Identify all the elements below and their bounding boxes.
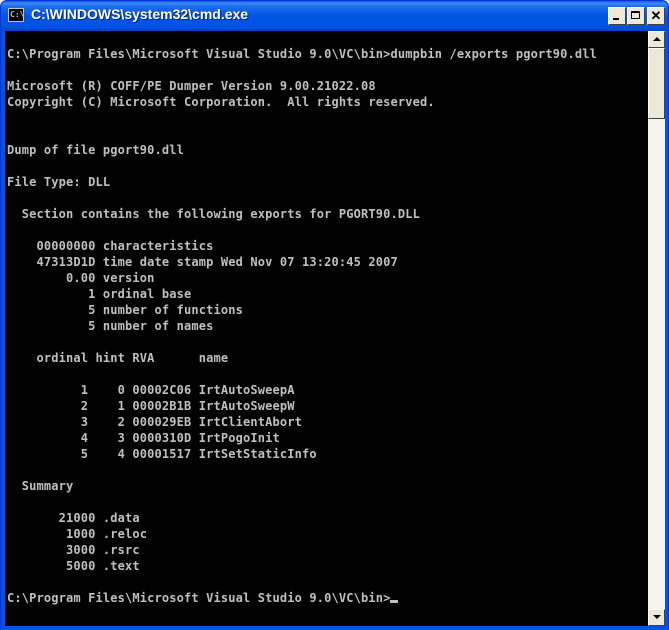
cmd-icon[interactable]: C:\ (8, 8, 24, 22)
window-bottom-border (1, 626, 668, 630)
console-line: 5000 .text (7, 559, 140, 573)
scroll-down-arrow-icon (653, 615, 661, 619)
command-prompt: C:\Program Files\Microsoft Visual Studio… (7, 591, 391, 605)
close-button[interactable]: ✕ (647, 7, 665, 25)
console-line: Section contains the following exports f… (7, 207, 420, 221)
scrollbar-thumb[interactable] (648, 48, 665, 119)
title-bar[interactable]: C:\ C:\WINDOWS\system32\cmd.exe ✕ (1, 1, 668, 31)
console-line: Dump of file pgort90.dll (7, 143, 184, 157)
cmd-window: C:\ C:\WINDOWS\system32\cmd.exe ✕ C:\Pro… (0, 0, 669, 630)
minimize-icon (613, 18, 619, 20)
window-title: C:\WINDOWS\system32\cmd.exe (31, 6, 249, 22)
console-line: 3 2 000029EB IrtClientAbort (7, 415, 302, 429)
console-line: 5 4 00001517 IrtSetStaticInfo (7, 447, 317, 461)
console-line: 5 number of functions (7, 303, 243, 317)
minimize-button[interactable] (608, 7, 626, 25)
console-line: C:\Program Files\Microsoft Visual Studio… (7, 47, 597, 61)
close-icon: ✕ (650, 8, 662, 23)
console-line: Microsoft (R) COFF/PE Dumper Version 9.0… (7, 79, 376, 93)
console-line: File Type: DLL (7, 175, 111, 189)
cmd-icon-label: C:\ (10, 10, 25, 19)
console-text: C:\Program Files\Microsoft Visual Studio… (5, 31, 648, 606)
console-line: 3000 .rsrc (7, 543, 140, 557)
console-line: 2 1 00002B1B IrtAutoSweepW (7, 399, 295, 413)
console-line: 0.00 version (7, 271, 155, 285)
maximize-button[interactable] (627, 7, 645, 25)
console-line: 1 ordinal base (7, 287, 192, 301)
console-line: Copyright (C) Microsoft Corporation. All… (7, 95, 435, 109)
maximize-icon (631, 11, 640, 19)
console-line: 00000000 characteristics (7, 239, 214, 253)
scroll-up-arrow-icon (653, 37, 661, 41)
vertical-scrollbar[interactable] (648, 31, 665, 626)
scroll-down-button[interactable] (648, 609, 665, 626)
console-line: 5 number of names (7, 319, 214, 333)
console-line: 4 3 0000310D IrtPogoInit (7, 431, 280, 445)
console-line: Summary (7, 479, 74, 493)
console-line: 1 0 00002C06 IrtAutoSweepA (7, 383, 295, 397)
console-line: 1000 .reloc (7, 527, 148, 541)
console-line: 21000 .data (7, 511, 140, 525)
text-cursor (390, 600, 399, 603)
console-line: ordinal hint RVA name (7, 351, 229, 365)
scroll-up-button[interactable] (648, 31, 665, 48)
console-output[interactable]: C:\Program Files\Microsoft Visual Studio… (5, 31, 648, 626)
console-line: 47313D1D time date stamp Wed Nov 07 13:2… (7, 255, 398, 269)
